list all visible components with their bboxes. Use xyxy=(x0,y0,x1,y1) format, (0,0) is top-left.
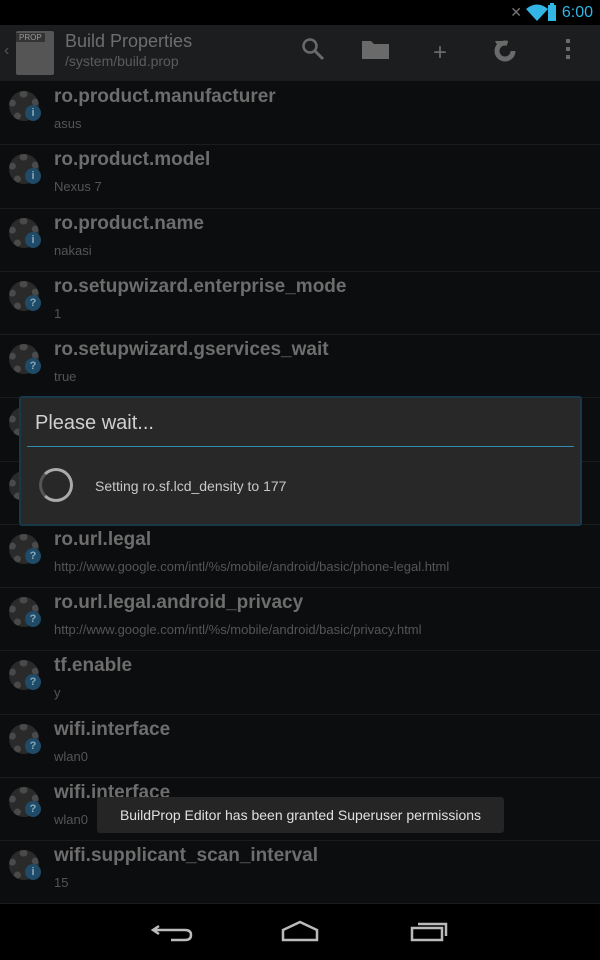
property-row[interactable]: ? wifi.interface wlan0 xyxy=(0,715,600,778)
app-title: Build Properties xyxy=(65,31,193,51)
back-icon[interactable] xyxy=(147,918,197,946)
toast: BuildProp Editor has been granted Superu… xyxy=(97,797,504,833)
property-value: http://www.google.com/intl/%s/mobile/and… xyxy=(54,558,450,574)
info-icon: i xyxy=(25,168,41,185)
property-value: true xyxy=(54,369,77,384)
property-value: http://www.google.com/intl/%s/mobile/and… xyxy=(54,622,422,637)
question-icon: ? xyxy=(25,674,41,691)
property-name: wifi.interface xyxy=(54,718,171,740)
status-bar: ✕ 6:00 xyxy=(0,0,600,25)
question-icon: ? xyxy=(25,294,41,311)
app-logo[interactable]: PROP xyxy=(16,31,54,75)
property-name: ro.product.model xyxy=(54,149,211,171)
info-icon: i xyxy=(25,864,41,880)
battery-icon xyxy=(548,3,556,21)
logo-text: PROP xyxy=(16,33,45,42)
property-name: tf.enable xyxy=(54,655,133,677)
progress-spinner xyxy=(39,468,73,502)
property-row[interactable]: ? ro.url.legal http://www.google.com/int… xyxy=(0,525,600,588)
property-value: wlan0 xyxy=(54,811,88,827)
property-name: ro.url.legal.android_privacy xyxy=(54,592,304,613)
property-name: ro.url.legal xyxy=(54,528,152,550)
property-value: 15 xyxy=(54,875,69,890)
property-name: ro.product.manufacturer xyxy=(54,86,276,107)
property-value: Nexus 7 xyxy=(54,179,102,195)
home-icon[interactable] xyxy=(275,918,325,946)
property-row[interactable]: ? ro.url.legal.android_privacy http://ww… xyxy=(0,588,600,652)
overflow-menu-icon[interactable] xyxy=(552,37,584,69)
property-row[interactable]: ? tf.enable y xyxy=(0,651,600,715)
action-bar: ‹ PROP Build Properties /system/build.pr… xyxy=(0,25,600,81)
property-value: asus xyxy=(54,116,82,131)
info-icon: i xyxy=(25,231,41,248)
mute-icon: ✕ xyxy=(510,4,522,20)
navigation-bar xyxy=(0,904,600,960)
property-row[interactable]: i ro.product.model Nexus 7 xyxy=(0,145,600,209)
property-name: ro.product.name xyxy=(54,212,204,234)
recents-icon[interactable] xyxy=(404,918,454,946)
property-name: ro.setupwizard.enterprise_mode xyxy=(54,275,347,297)
property-name: ro.setupwizard.gservices_wait xyxy=(54,339,329,360)
property-row[interactable]: i wifi.supplicant_scan_interval 15 xyxy=(0,841,600,905)
question-icon: ? xyxy=(25,611,41,627)
property-name: wifi.supplicant_scan_interval xyxy=(54,845,318,866)
property-row[interactable]: i ro.product.manufacturer asus xyxy=(0,82,600,146)
clock: 6:00 xyxy=(561,4,593,21)
file-path: /system/build.prop xyxy=(65,53,179,69)
property-row[interactable]: i ro.product.name nakasi xyxy=(0,209,600,272)
dialog-divider xyxy=(27,446,574,447)
property-value: nakasi xyxy=(54,242,92,258)
property-value: 1 xyxy=(54,305,62,321)
question-icon: ? xyxy=(25,358,41,374)
property-value: y xyxy=(54,685,61,701)
property-row[interactable]: ? ro.setupwizard.enterprise_mode 1 xyxy=(0,272,600,335)
dialog-title: Please wait... xyxy=(35,412,154,434)
dialog-message: Setting ro.sf.lcd_density to 177 xyxy=(95,478,287,494)
question-icon: ? xyxy=(25,800,41,817)
question-icon: ? xyxy=(25,737,41,754)
progress-dialog: Please wait... Setting ro.sf.lcd_density… xyxy=(19,396,582,526)
property-value: wlan0 xyxy=(54,748,88,764)
back-caret-icon[interactable]: ‹ xyxy=(4,42,9,60)
folder-icon[interactable] xyxy=(360,37,392,69)
wifi-icon xyxy=(526,4,548,21)
add-icon[interactable]: + xyxy=(424,37,456,69)
info-icon: i xyxy=(25,105,41,121)
question-icon: ? xyxy=(25,547,41,564)
refresh-icon[interactable] xyxy=(489,37,521,69)
search-icon[interactable] xyxy=(297,37,329,69)
property-row[interactable]: ? ro.setupwizard.gservices_wait true xyxy=(0,335,600,399)
